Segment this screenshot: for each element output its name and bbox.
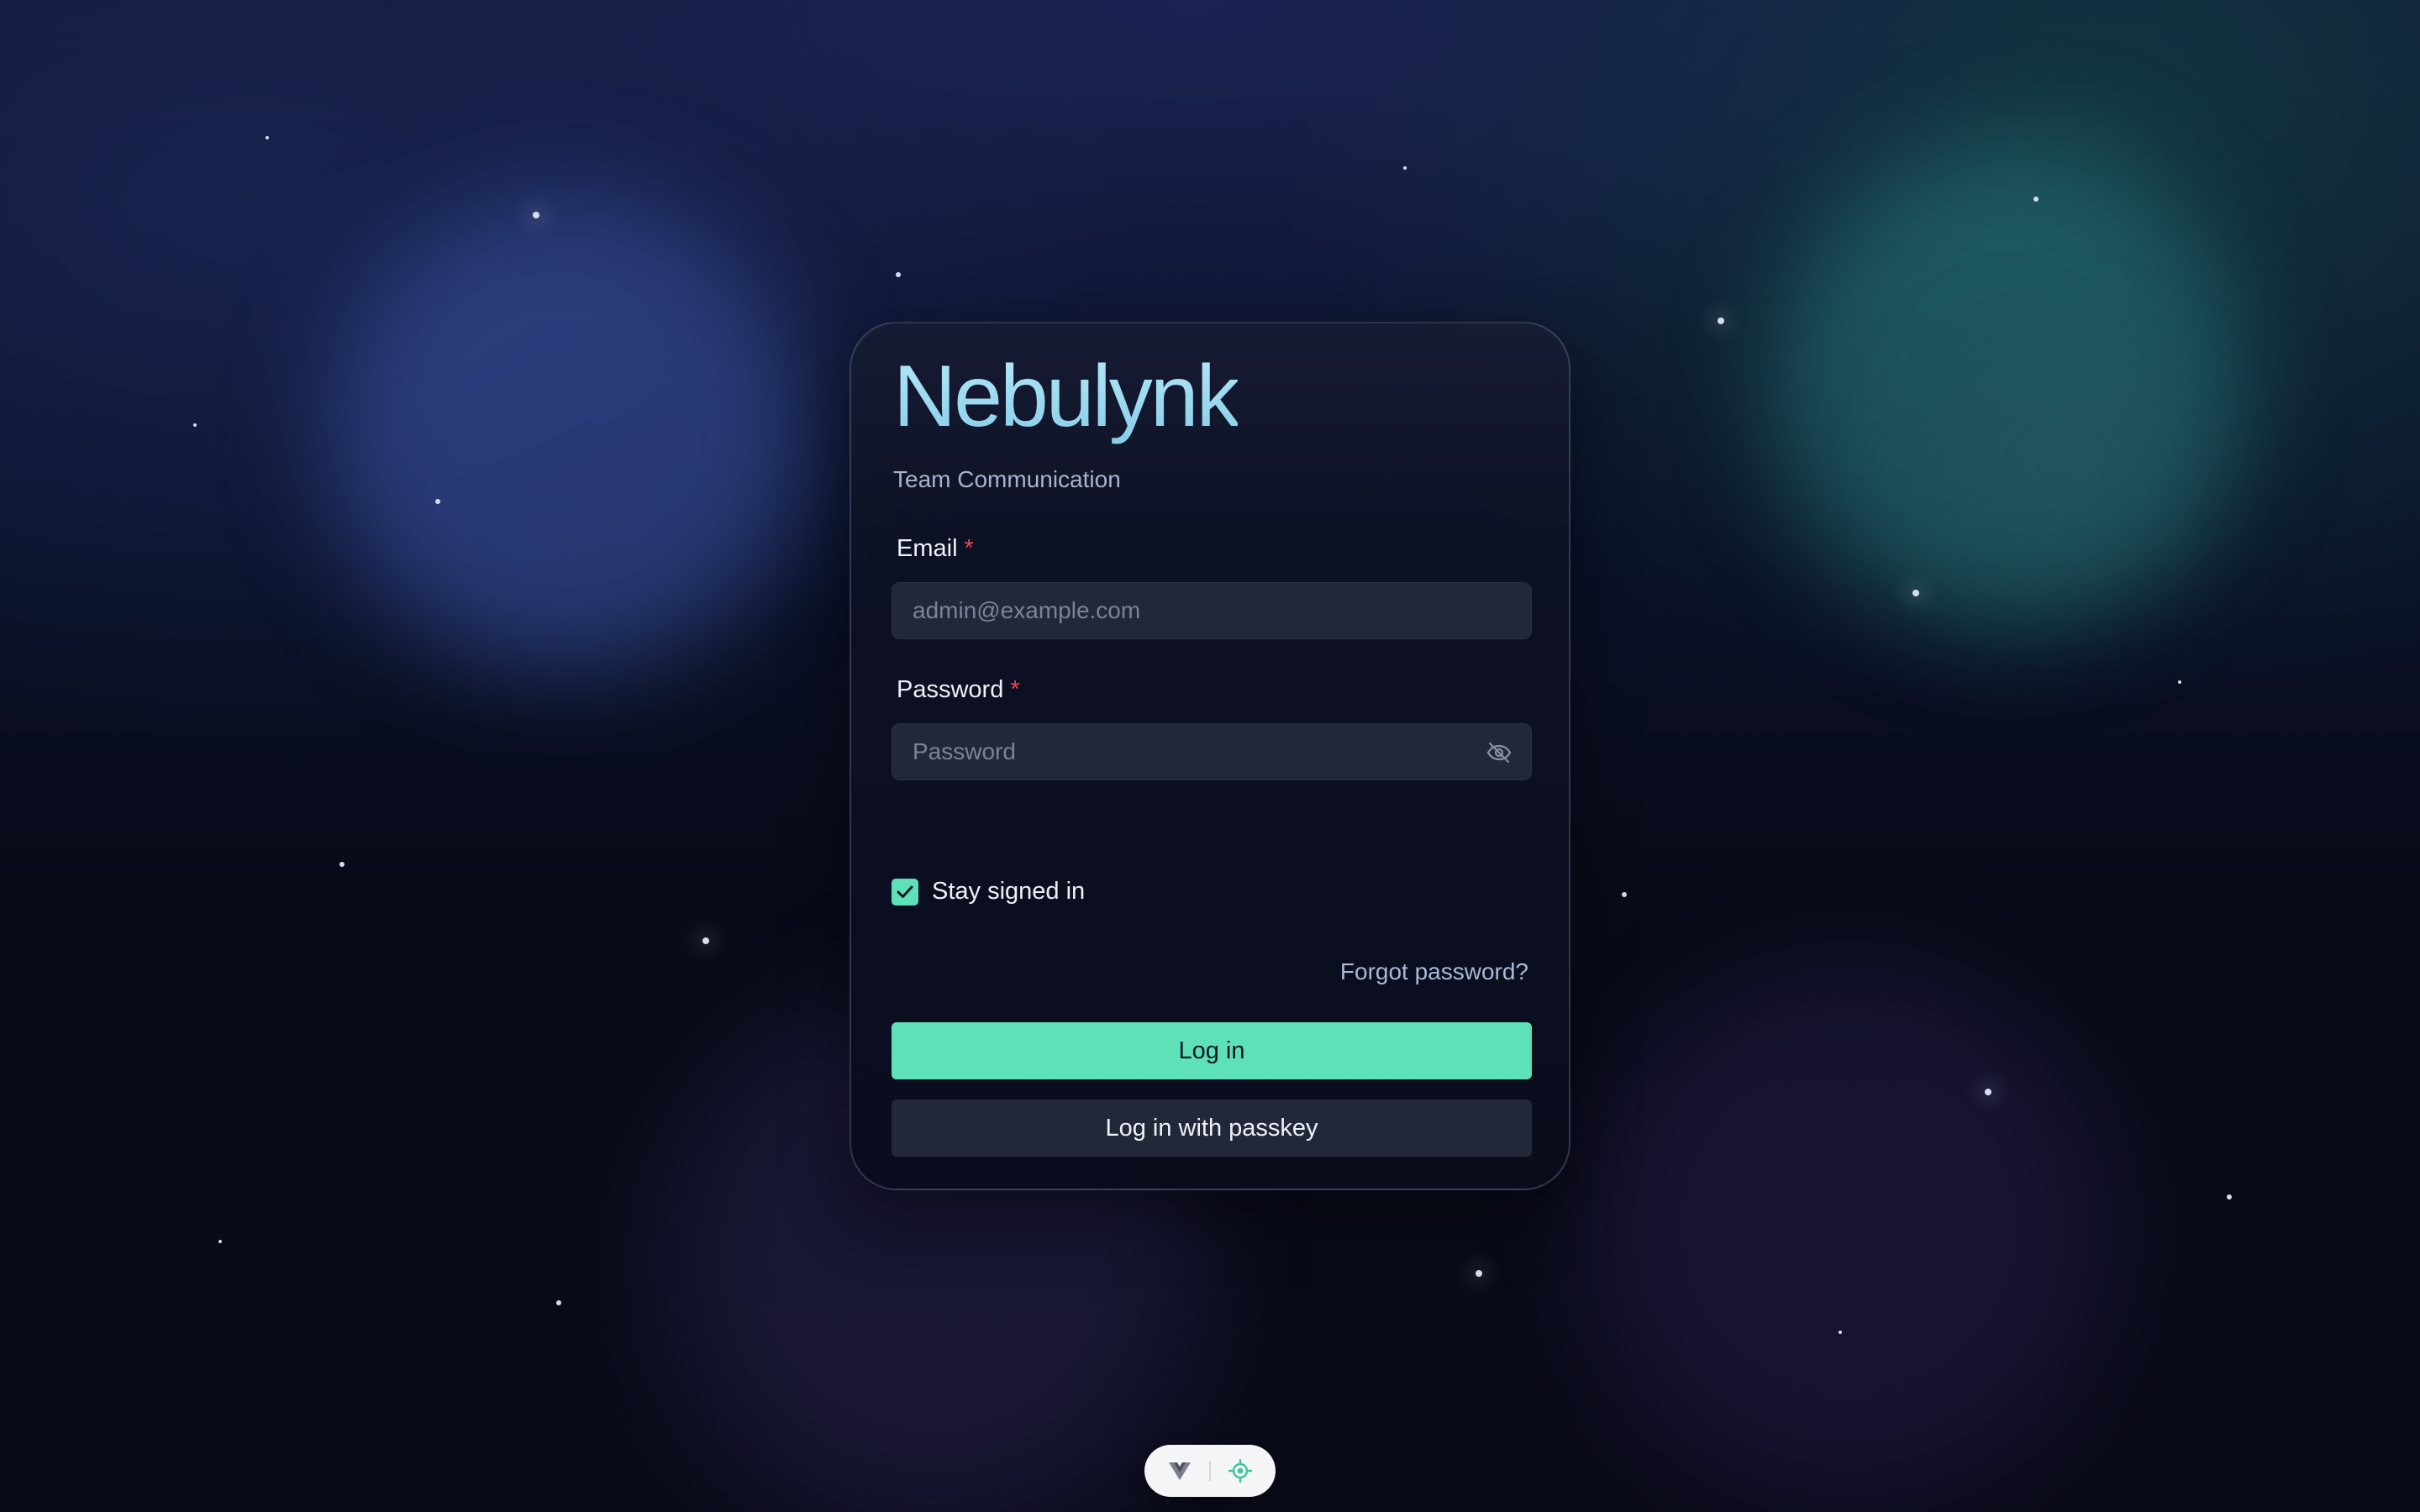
inspector-target-icon[interactable] bbox=[1228, 1458, 1253, 1483]
star bbox=[1839, 1331, 1842, 1334]
forgot-password-link[interactable]: Forgot password? bbox=[1340, 958, 1528, 985]
stay-signed-in-checkbox[interactable] bbox=[892, 878, 918, 906]
star bbox=[1622, 892, 1627, 897]
star bbox=[193, 423, 197, 427]
dock-divider bbox=[1209, 1461, 1211, 1481]
star bbox=[2227, 1194, 2232, 1200]
star bbox=[2178, 680, 2181, 684]
star bbox=[556, 1300, 561, 1305]
nebula-glow bbox=[1933, 353, 2185, 571]
app-subtitle: Team Communication bbox=[893, 466, 1121, 492]
nebula-glow bbox=[328, 193, 807, 672]
eye-off-icon[interactable] bbox=[1486, 740, 1512, 765]
star bbox=[2033, 197, 2039, 202]
stay-signed-in-row[interactable]: Stay signed in bbox=[892, 878, 1085, 906]
app-logo-text: Nebulynk bbox=[893, 348, 1240, 445]
star bbox=[435, 499, 440, 504]
devtools-dock bbox=[1144, 1445, 1276, 1497]
email-label: Email * bbox=[897, 535, 974, 563]
password-label-text: Password bbox=[897, 676, 1004, 703]
password-field-container bbox=[892, 723, 1532, 780]
star bbox=[1476, 1270, 1482, 1277]
email-input[interactable] bbox=[892, 583, 1531, 638]
required-marker: * bbox=[1010, 676, 1020, 703]
star bbox=[1912, 590, 1919, 596]
star bbox=[1985, 1089, 1991, 1095]
email-label-text: Email bbox=[897, 535, 958, 562]
stay-signed-in-label: Stay signed in bbox=[932, 878, 1086, 905]
star bbox=[1718, 318, 1724, 324]
email-field-container bbox=[892, 582, 1532, 639]
star bbox=[218, 1240, 222, 1243]
password-label: Password * bbox=[897, 676, 1020, 704]
star bbox=[339, 862, 345, 867]
passkey-login-button[interactable]: Log in with passkey bbox=[892, 1100, 1532, 1157]
checkmark-icon bbox=[897, 885, 913, 898]
star bbox=[896, 272, 901, 277]
star bbox=[1403, 166, 1407, 170]
login-button[interactable]: Log in bbox=[892, 1022, 1532, 1079]
star bbox=[702, 937, 709, 944]
vue-devtools-icon[interactable] bbox=[1167, 1458, 1192, 1483]
login-card: Nebulynk Team Communication Email* Passw… bbox=[850, 322, 1570, 1190]
required-marker: * bbox=[964, 535, 974, 562]
star bbox=[533, 212, 539, 218]
password-input[interactable] bbox=[892, 724, 1531, 780]
nebula-glow bbox=[1588, 966, 2109, 1487]
star bbox=[266, 136, 269, 139]
